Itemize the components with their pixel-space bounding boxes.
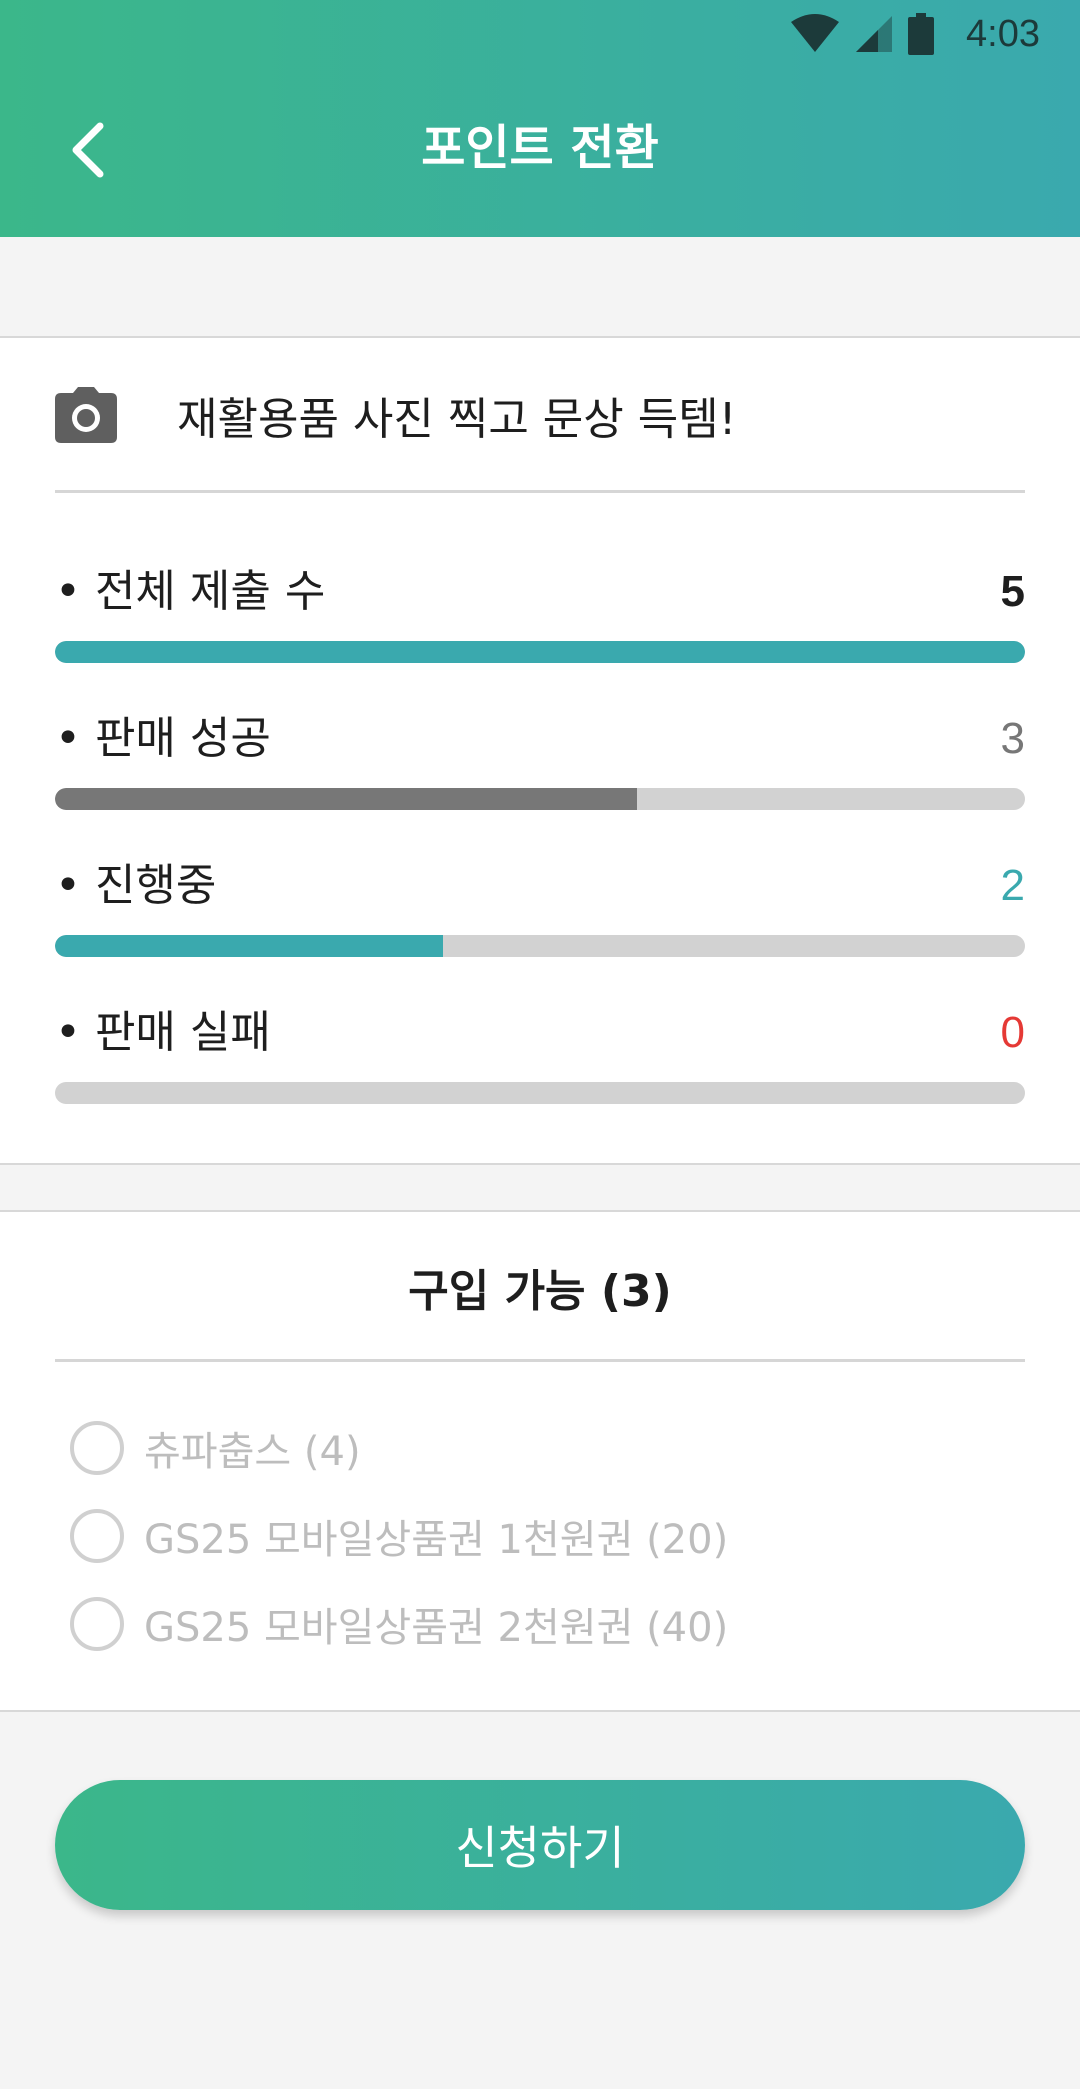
status-bar: 4:03	[0, 0, 1080, 66]
stat-value: 5	[1000, 567, 1025, 616]
wifi-icon	[791, 14, 840, 52]
status-icons: 4:03	[790, 10, 1040, 58]
stat-label: • 판매 성공	[55, 713, 271, 764]
stat-sale-success: • 판매 성공 3	[55, 709, 1025, 819]
stat-total-submissions: • 전체 제출 수 5	[55, 562, 1025, 672]
reward-option[interactable]: 츄파춥스 (4)	[70, 1418, 361, 1478]
stat-value: 3	[1000, 714, 1025, 763]
progress-bar	[55, 641, 1025, 663]
progress-bar	[55, 788, 1025, 810]
stat-label: • 전체 제출 수	[55, 566, 326, 617]
purchase-title: 구입 가능 (3)	[408, 1266, 672, 1317]
app-header: 4:03 포인트 전환	[0, 0, 1080, 237]
reward-option-label: 츄파춥스 (4)	[144, 1429, 361, 1475]
radio-button[interactable]	[70, 1509, 124, 1563]
reward-option-label: GS25 모바일상품권 1천원권 (20)	[144, 1517, 729, 1563]
purchasable-items-card: 구입 가능 (3) 츄파춥스 (4) GS25 모바일상품권 1천원권 (20)…	[0, 1210, 1080, 1712]
submission-stats-card: 재활용품 사진 찍고 문상 득템! • 전체 제출 수 5 • 판매 성공 3 …	[0, 336, 1080, 1165]
stat-label: • 진행중	[55, 860, 217, 911]
battery-icon	[908, 13, 935, 55]
camera-icon	[55, 387, 117, 443]
stat-value: 2	[1000, 861, 1025, 910]
divider	[55, 1359, 1025, 1362]
reward-option[interactable]: GS25 모바일상품권 1천원권 (20)	[70, 1506, 728, 1566]
stat-value: 0	[1000, 1008, 1025, 1057]
progress-fill	[55, 788, 637, 810]
radio-button[interactable]	[70, 1421, 124, 1475]
radio-button[interactable]	[70, 1597, 124, 1651]
apply-button[interactable]: 신청하기	[55, 1780, 1025, 1910]
status-time: 4:03	[966, 12, 1040, 55]
promo-banner: 재활용품 사진 찍고 문상 득템!	[55, 378, 1025, 452]
progress-bar	[55, 1082, 1025, 1104]
progress-bar	[55, 935, 1025, 957]
reward-option[interactable]: GS25 모바일상품권 2천원권 (40)	[70, 1594, 728, 1654]
progress-fill	[55, 935, 443, 957]
progress-fill	[55, 641, 1025, 663]
page-title: 포인트 전환	[421, 120, 659, 176]
reward-option-label: GS25 모바일상품권 2천원권 (40)	[144, 1605, 729, 1651]
promo-text: 재활용품 사진 찍고 문상 득템!	[177, 394, 737, 445]
stat-label: • 판매 실패	[55, 1007, 271, 1058]
cell-signal-icon	[856, 16, 893, 52]
stat-sale-failed: • 판매 실패 0	[55, 1003, 1025, 1113]
divider	[55, 490, 1025, 493]
stat-in-progress: • 진행중 2	[55, 856, 1025, 966]
